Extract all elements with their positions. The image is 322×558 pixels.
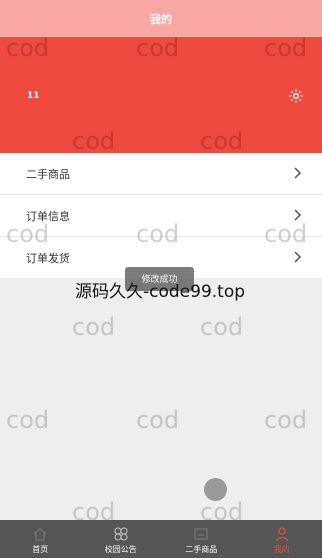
- watermark: cod: [264, 220, 308, 248]
- tab-home[interactable]: 首页: [0, 520, 81, 558]
- watermark: cod: [200, 313, 244, 341]
- watermark: cod: [72, 127, 116, 155]
- tab-label: 校园公告: [104, 545, 137, 554]
- watermark: cod: [264, 406, 308, 434]
- watermark: cod: [136, 220, 180, 248]
- bottom-tabbar: 首页 校园公告 二手商品 我的: [0, 520, 322, 558]
- floating-assistive-button[interactable]: [204, 478, 227, 501]
- watermark: cod: [136, 34, 180, 62]
- menu-item-secondhand[interactable]: 二手商品: [0, 153, 322, 195]
- tab-announcements[interactable]: 校园公告: [81, 520, 162, 558]
- watermark: cod: [6, 34, 50, 62]
- watermark: cod: [6, 220, 50, 248]
- home-icon: [33, 527, 47, 541]
- tab-label: 二手商品: [185, 545, 218, 554]
- watermark: cod: [264, 34, 308, 62]
- username: 11: [27, 91, 40, 101]
- menu-item-label: 订单发货: [26, 251, 70, 265]
- box-icon: [194, 528, 208, 540]
- menu-item-label: 二手商品: [26, 167, 70, 181]
- clover-icon: [114, 527, 128, 541]
- gear-icon[interactable]: [288, 88, 304, 104]
- page-header: 我的: [0, 0, 322, 37]
- user-icon: [275, 527, 288, 542]
- tab-label: 首页: [32, 545, 49, 554]
- watermark: cod: [6, 406, 50, 434]
- watermark: cod: [72, 313, 116, 341]
- chevron-right-icon: [294, 251, 302, 263]
- page-title: 我的: [150, 12, 172, 26]
- tab-mine[interactable]: 我的: [242, 520, 322, 558]
- watermark: cod: [136, 406, 180, 434]
- tab-label: 我的: [273, 545, 290, 554]
- watermark: cod: [200, 127, 244, 155]
- menu-list: 二手商品 订单信息 订单发货: [0, 153, 322, 278]
- tab-secondhand[interactable]: 二手商品: [161, 520, 242, 558]
- chevron-right-icon: [294, 167, 302, 179]
- source-banner: 源码久久-code99.top: [75, 282, 246, 302]
